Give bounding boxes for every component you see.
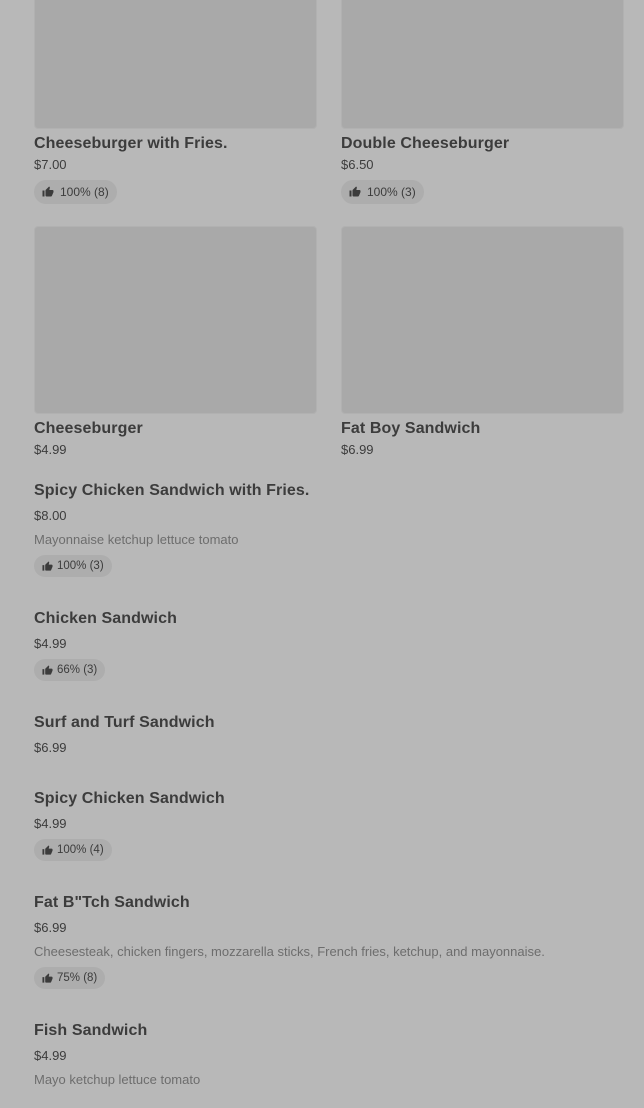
rating-text: 66% (3): [57, 664, 98, 676]
rating-badge: 100% (3): [34, 555, 112, 577]
menu-card[interactable]: Fat Boy Sandwich $6.99: [341, 226, 624, 459]
rating-badge: 100% (8): [34, 180, 117, 204]
rating-text: 100% (3): [57, 560, 104, 572]
list-item[interactable]: Chicken Sandwich $4.99 66% (3): [34, 609, 624, 681]
item-image-placeholder: [34, 0, 317, 129]
rating-text: 100% (8): [60, 185, 109, 199]
item-price: $4.99: [34, 816, 67, 831]
item-description: Cheesesteak, chicken fingers, mozzarella…: [34, 944, 545, 959]
thumbs-up-icon: [42, 560, 53, 571]
item-price: $4.99: [34, 442, 67, 457]
item-name: Cheeseburger with Fries.: [34, 135, 228, 152]
item-image-placeholder: [34, 226, 317, 414]
rating-text: 100% (4): [57, 844, 104, 856]
thumbs-up-icon: [42, 186, 54, 197]
thumbs-up-icon: [42, 972, 53, 983]
menu-card[interactable]: Cheeseburger $4.99: [34, 226, 317, 459]
thumbs-up-icon: [42, 664, 53, 675]
item-price: $4.99: [34, 636, 67, 651]
item-price: $8.00: [34, 508, 67, 523]
list-item[interactable]: Surf and Turf Sandwich $6.99: [34, 713, 624, 757]
item-image-placeholder: [341, 226, 624, 414]
item-name: Fat Boy Sandwich: [341, 420, 481, 437]
list-item[interactable]: Fat B"Tch Sandwich $6.99 Cheesesteak, ch…: [34, 893, 624, 989]
item-name: Surf and Turf Sandwich: [34, 714, 215, 731]
item-price: $6.99: [34, 920, 67, 935]
thumbs-up-icon: [42, 844, 53, 855]
list-item[interactable]: Spicy Chicken Sandwich with Fries. $8.00…: [34, 481, 624, 577]
item-price: $7.00: [34, 157, 67, 172]
rating-badge: 100% (4): [34, 839, 112, 861]
item-name: Fish Sandwich: [34, 1022, 148, 1039]
item-description: Mayo ketchup lettuce tomato: [34, 1072, 201, 1087]
item-price: $4.99: [34, 1048, 67, 1063]
rating-text: 75% (8): [57, 972, 98, 984]
rating-badge: 100% (3): [341, 180, 424, 204]
item-name: Double Cheeseburger: [341, 135, 510, 152]
list-item[interactable]: Fish Sandwich $4.99 Mayo ketchup lettuce…: [34, 1021, 624, 1089]
thumbs-up-icon: [349, 186, 361, 197]
rating-text: 100% (3): [367, 185, 416, 199]
list-item[interactable]: Spicy Chicken Sandwich $4.99 100% (4): [34, 789, 624, 861]
item-description: Mayonnaise ketchup lettuce tomato: [34, 532, 239, 547]
item-name: Cheeseburger: [34, 420, 143, 437]
menu-card[interactable]: Cheeseburger with Fries. $7.00 100% (8): [34, 0, 317, 204]
item-price: $6.99: [341, 442, 374, 457]
item-price: $6.99: [34, 740, 67, 755]
item-name: Spicy Chicken Sandwich: [34, 790, 225, 807]
rating-badge: 75% (8): [34, 967, 106, 989]
item-image-placeholder: [341, 0, 624, 129]
item-name: Spicy Chicken Sandwich with Fries.: [34, 482, 310, 499]
rating-badge: 66% (3): [34, 659, 106, 681]
menu-card[interactable]: Double Cheeseburger $6.50 100% (3): [341, 0, 624, 204]
item-name: Chicken Sandwich: [34, 610, 177, 627]
item-name: Fat B"Tch Sandwich: [34, 894, 190, 911]
item-price: $6.50: [341, 157, 374, 172]
